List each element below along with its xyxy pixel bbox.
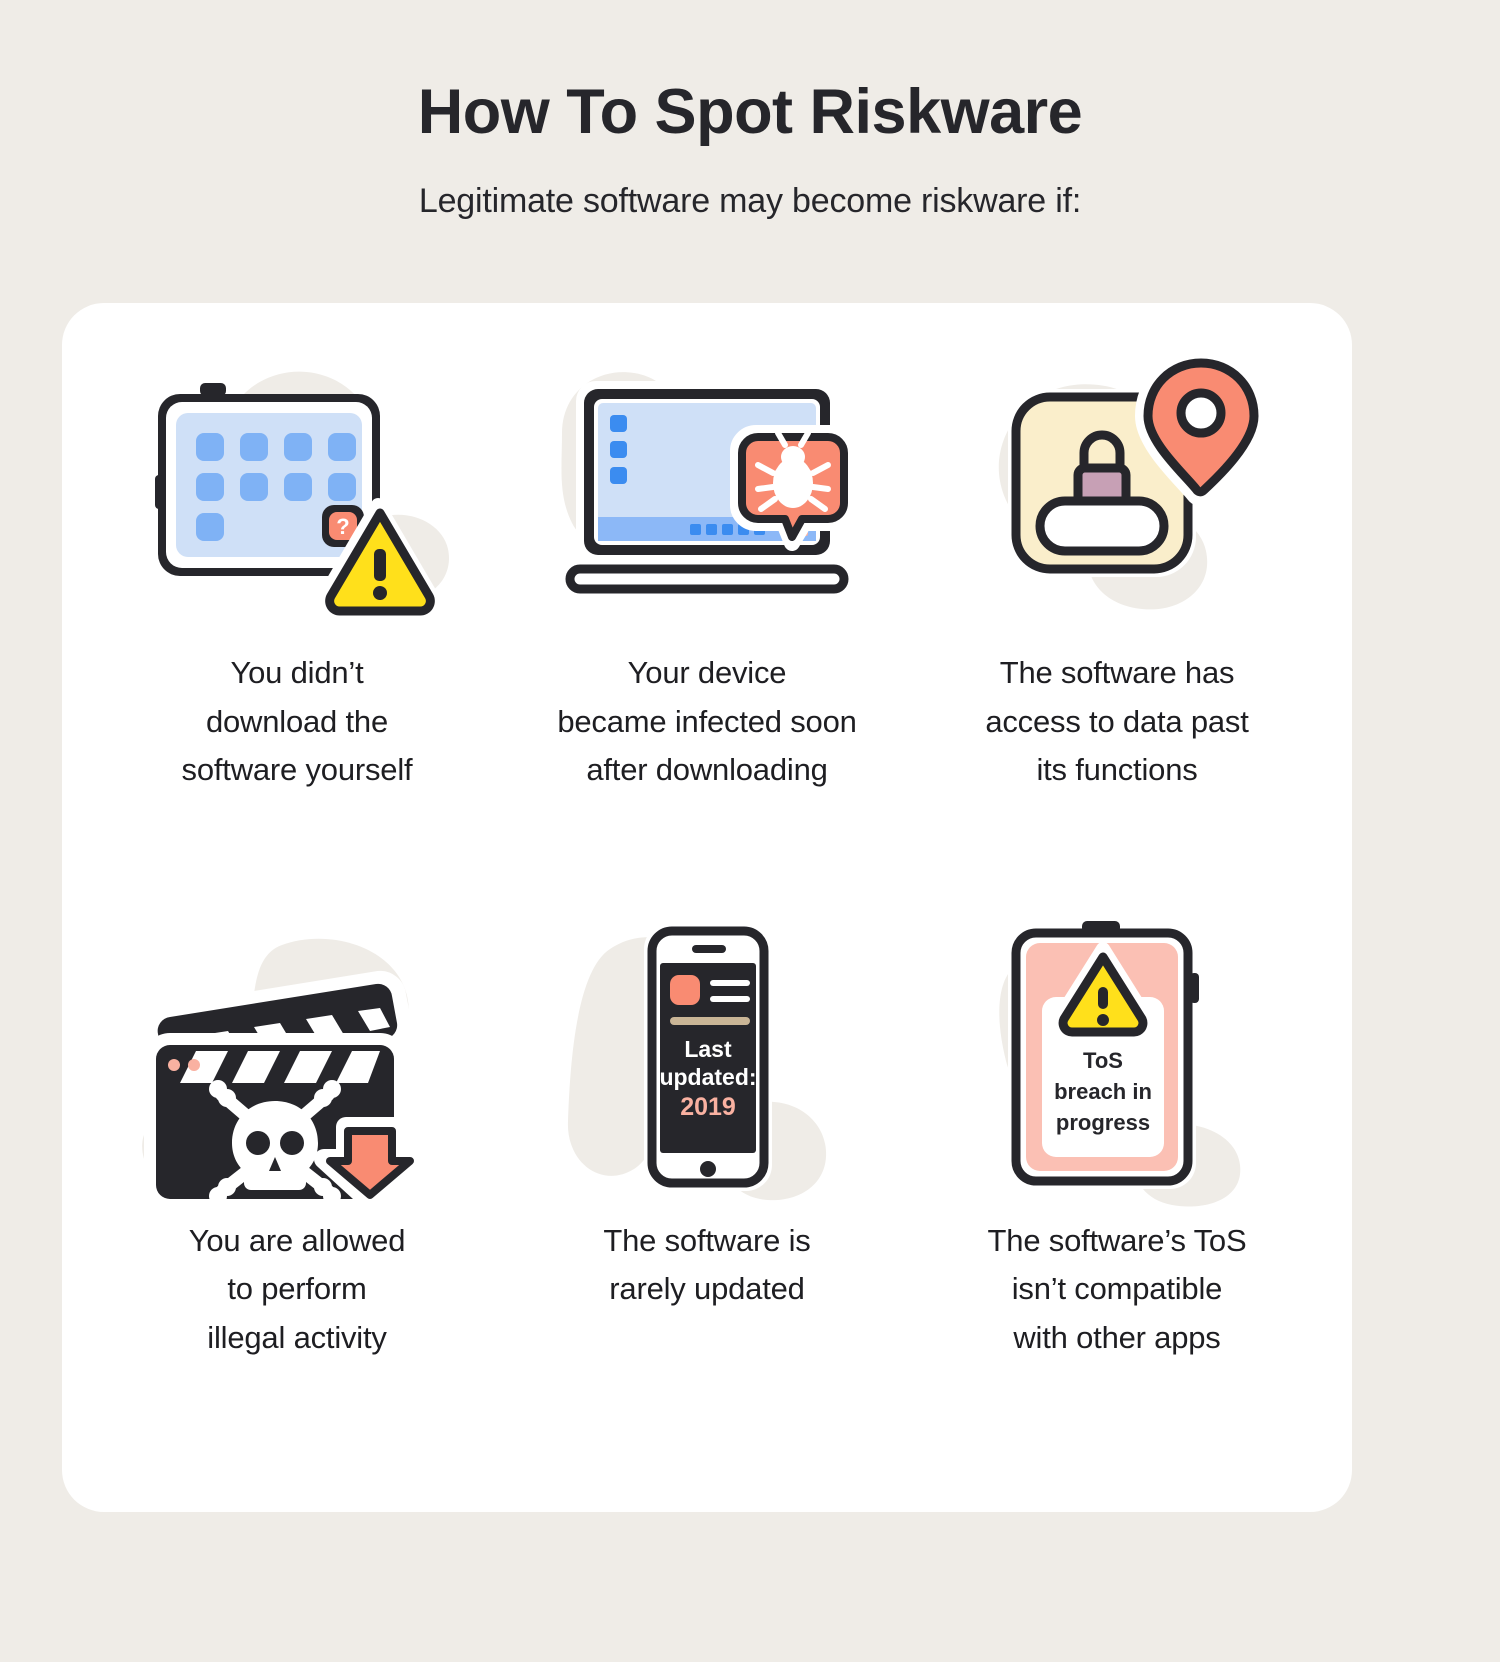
item-caption: The software has access to data past its…: [985, 649, 1249, 795]
caption-line: download the: [205, 703, 388, 739]
laptop-bug-alert-icon: [542, 337, 872, 637]
caption-line: became infected soon: [557, 703, 857, 739]
caption-line: rarely updated: [609, 1271, 805, 1307]
item-illegal-activity: You are allowed to perform illegal activ…: [92, 905, 502, 1473]
caption-line: access to data past: [985, 703, 1249, 739]
password-illustration: ✱✱✱: [998, 350, 1267, 610]
caption-line: The software has: [999, 655, 1235, 690]
tablet-app-grid-warning-icon: ?: [132, 337, 462, 637]
caption-line: to perform: [227, 1271, 367, 1307]
caption-line: You are allowed: [188, 1222, 406, 1258]
caption-line: software yourself: [181, 752, 413, 788]
caption-line: its functions: [1036, 752, 1198, 788]
tos-dialog-line-3: progress: [1056, 1110, 1150, 1135]
item-caption: The software’s ToS isn’t compatible with…: [988, 1217, 1247, 1363]
items-grid: ? You didn’t download the software yours…: [62, 303, 1352, 1512]
unknown-app-badge: ?: [336, 514, 349, 539]
clapperboard-illustration: [142, 938, 426, 1211]
item-tos-incompatible: ToS breach in progress The software’s To…: [912, 905, 1322, 1473]
phone-last-updated-icon: Last updated: 2019: [542, 905, 872, 1205]
tos-dialog-line-1: ToS: [1083, 1048, 1123, 1073]
tablet-illustration: ?: [155, 371, 449, 622]
phone-line-1: Last: [684, 1036, 732, 1062]
header: How To Spot Riskware Legitimate software…: [0, 0, 1500, 221]
caption-line: illegal activity: [207, 1319, 387, 1355]
page-title: How To Spot Riskware: [417, 77, 1083, 147]
clapperboard-skull-download-icon: [132, 905, 462, 1211]
caption-line: Your device: [627, 655, 787, 690]
phone-illustration: Last updated: 2019: [567, 922, 827, 1200]
caption-line: The software is: [603, 1222, 811, 1258]
caption-line: You didn’t: [230, 655, 364, 690]
infographic-page: How To Spot Riskware Legitimate software…: [0, 0, 1500, 1662]
item-laptop-infected: Your device became infected soon after d…: [502, 337, 912, 905]
phone-year: 2019: [680, 1093, 736, 1121]
tos-tablet-illustration: ToS breach in progress: [999, 920, 1241, 1206]
tablet-tos-breach-alert-icon: ToS breach in progress: [952, 905, 1282, 1206]
item-caption: You are allowed to perform illegal activ…: [188, 1217, 406, 1363]
password-lock-location-pin-icon: ✱✱✱: [952, 337, 1282, 637]
page-subtitle: Legitimate software may become riskware …: [418, 182, 1082, 221]
caption-line: The software’s ToS: [987, 1222, 1247, 1258]
item-tablet-unknown-app: ? You didn’t download the software yours…: [92, 337, 502, 905]
item-caption: You didn’t download the software yoursel…: [182, 649, 413, 795]
tos-dialog-line-2: breach in: [1054, 1079, 1152, 1104]
item-caption: Your device became infected soon after d…: [557, 649, 857, 795]
phone-line-2: updated:: [659, 1064, 756, 1090]
item-password-location-access: ✱✱✱ The software has access to data past…: [912, 337, 1322, 905]
content-card: ? You didn’t download the software yours…: [62, 303, 1352, 1512]
item-rarely-updated: Last updated: 2019 The software is rarel…: [502, 905, 912, 1473]
caption-line: after downloading: [586, 752, 828, 788]
laptop-illustration: [558, 372, 856, 594]
bug-alert-bubble: [730, 425, 856, 551]
caption-line: isn’t compatible: [1011, 1271, 1223, 1307]
item-caption: The software is rarely updated: [603, 1217, 810, 1314]
caption-line: with other apps: [1013, 1319, 1221, 1355]
